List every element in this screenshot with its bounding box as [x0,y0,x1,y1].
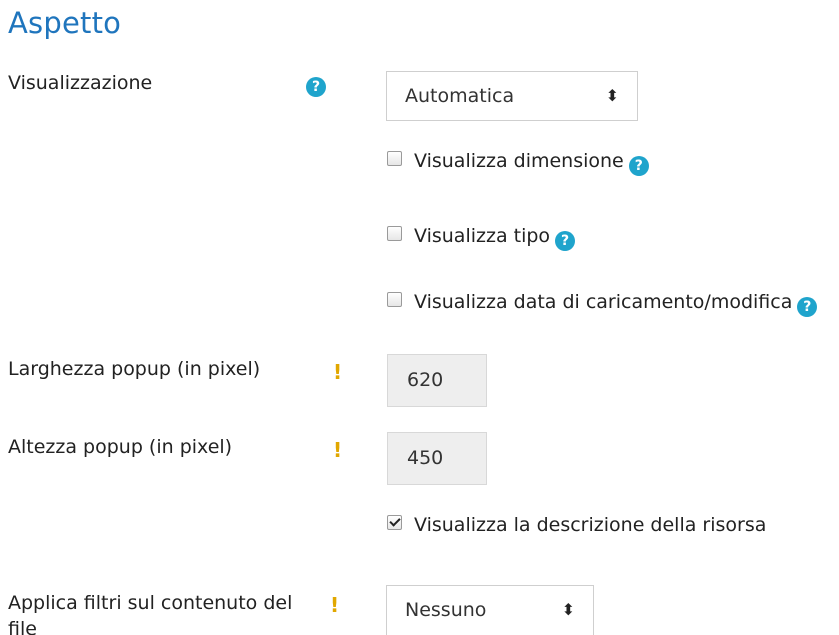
show-size-label: Visualizza dimensione [414,150,624,172]
popup-height-label: Altezza popup (in pixel) [8,436,233,458]
appearance-settings-form: Aspetto Visualizzazione ? Automatica ⬍ V… [0,0,839,635]
show-date-label: Visualizza data di caricamento/modifica [414,291,793,313]
question-circle-icon[interactable]: ? [555,231,576,251]
popup-height-input[interactable]: 450 [387,432,487,485]
display-label: Visualizzazione [8,72,153,94]
show-type-checkbox[interactable] [387,226,402,241]
display-select[interactable]: Automatica ⬍ [386,71,638,121]
question-circle-icon[interactable]: ? [306,77,326,97]
show-size-row: Visualizza dimensione? [387,148,649,176]
select-arrows-icon: ⬍ [561,600,575,619]
show-type-label: Visualizza tipo [414,225,551,247]
advanced-exclamation-icon: ! [333,438,343,462]
filters-select-value: Nessuno [405,599,487,621]
section-title: Aspetto [8,6,122,40]
filters-select[interactable]: Nessuno ⬍ [386,585,594,635]
show-description-row: Visualizza la descrizione della risorsa [387,512,766,538]
question-circle-icon[interactable]: ? [628,156,649,176]
show-description-label: Visualizza la descrizione della risorsa [414,514,767,536]
select-arrows-icon: ⬍ [605,86,619,105]
filters-label: Applica filtri sul contenuto del file [8,592,293,635]
show-type-row: Visualizza tipo? [387,223,576,251]
question-circle-icon[interactable]: ? [797,297,818,317]
advanced-exclamation-icon: ! [333,360,343,384]
show-date-checkbox[interactable] [387,292,402,307]
show-description-checkbox[interactable] [387,515,402,530]
display-select-value: Automatica [405,85,515,107]
advanced-exclamation-icon: ! [330,593,340,617]
show-size-checkbox[interactable] [387,151,402,166]
show-date-row: Visualizza data di caricamento/modifica? [387,289,818,317]
popup-width-label: Larghezza popup (in pixel) [8,358,261,380]
popup-width-input[interactable]: 620 [387,354,487,407]
